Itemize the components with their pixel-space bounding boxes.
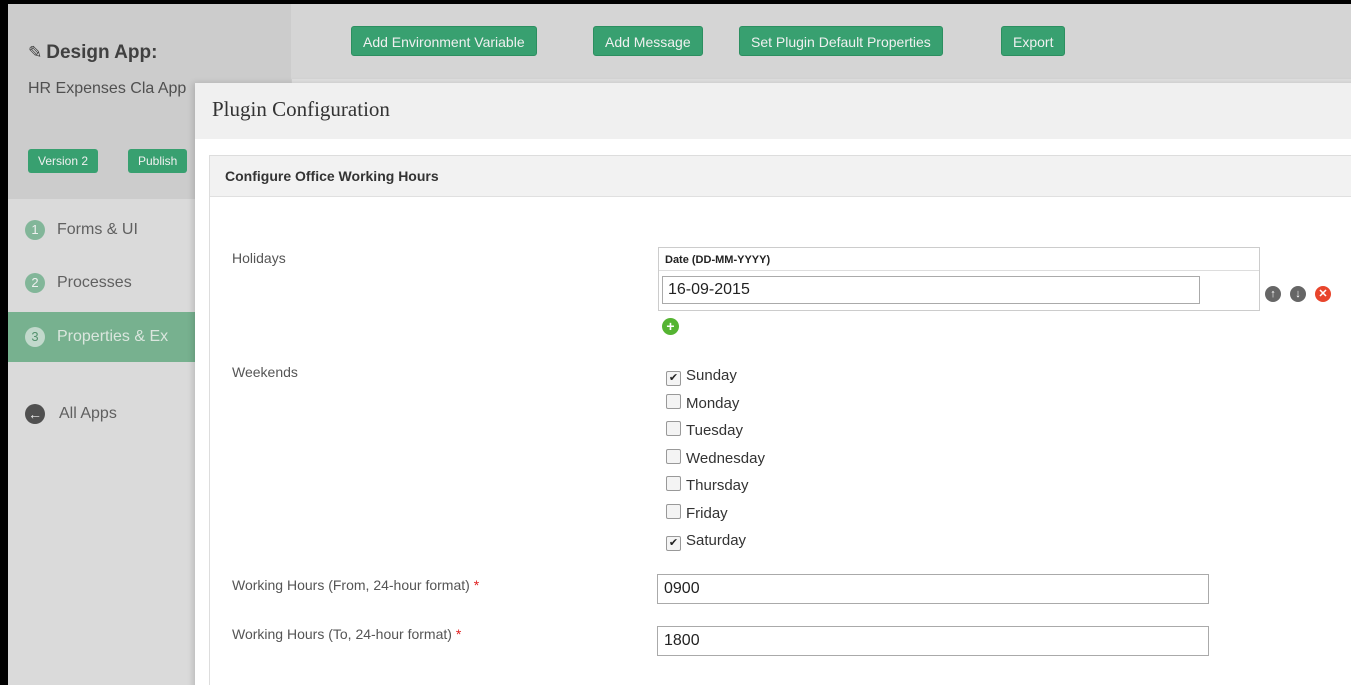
weekend-option-monday[interactable]: Monday [666,394,739,414]
weekend-option-wednesday[interactable]: Wednesday [666,449,765,469]
plugin-configuration-dialog: Plugin Configuration Configure Office Wo… [195,83,1351,685]
config-section: Configure Office Working Hours Holidays … [209,155,1351,685]
dialog-header: Plugin Configuration [195,83,1351,139]
checkbox[interactable] [666,504,681,519]
delete-row-icon[interactable]: ✕ [1315,286,1331,302]
holiday-date-input[interactable] [662,276,1200,304]
option-label: Sunday [686,367,737,384]
option-label: Tuesday [686,422,743,439]
hours-from-input[interactable] [657,574,1209,604]
option-label: Friday [686,505,728,522]
weekend-option-friday[interactable]: Friday [666,504,728,524]
hours-to-label-text: Working Hours (To, 24-hour format) [232,626,452,642]
weekend-option-sunday[interactable]: ✔ Sunday [666,366,737,386]
weekend-option-tuesday[interactable]: Tuesday [666,421,743,441]
hours-to-input[interactable] [657,626,1209,656]
option-label: Thursday [686,477,749,494]
checkbox[interactable] [666,421,681,436]
add-row-icon[interactable]: + [662,318,679,335]
hours-from-label: Working Hours (From, 24-hour format) * [232,577,479,593]
grid-column-header: Date (DD-MM-YYYY) [659,248,1259,271]
weekend-option-saturday[interactable]: ✔ Saturday [666,531,746,551]
option-label: Wednesday [686,450,765,467]
dialog-title: Plugin Configuration [212,97,390,121]
checkbox[interactable] [666,476,681,491]
section-title: Configure Office Working Hours [210,156,1351,197]
option-label: Monday [686,395,740,412]
hours-to-label: Working Hours (To, 24-hour format) * [232,626,461,642]
move-down-icon[interactable]: ↓ [1290,286,1306,302]
required-marker: * [455,626,462,642]
checkbox[interactable]: ✔ [666,536,681,551]
checkbox[interactable]: ✔ [666,371,681,386]
weekend-option-thursday[interactable]: Thursday [666,476,749,496]
checkbox[interactable] [666,449,681,464]
required-marker: * [473,577,480,593]
app-window: ✎ Design App: HR Expenses Cla App Version… [0,0,1351,685]
holidays-label: Holidays [232,250,286,266]
weekends-label: Weekends [232,364,298,380]
option-label: Saturday [686,532,747,549]
holidays-grid: Date (DD-MM-YYYY) [658,247,1260,311]
checkbox[interactable] [666,394,681,409]
move-up-icon[interactable]: ↑ [1265,286,1281,302]
hours-from-label-text: Working Hours (From, 24-hour format) [232,577,470,593]
